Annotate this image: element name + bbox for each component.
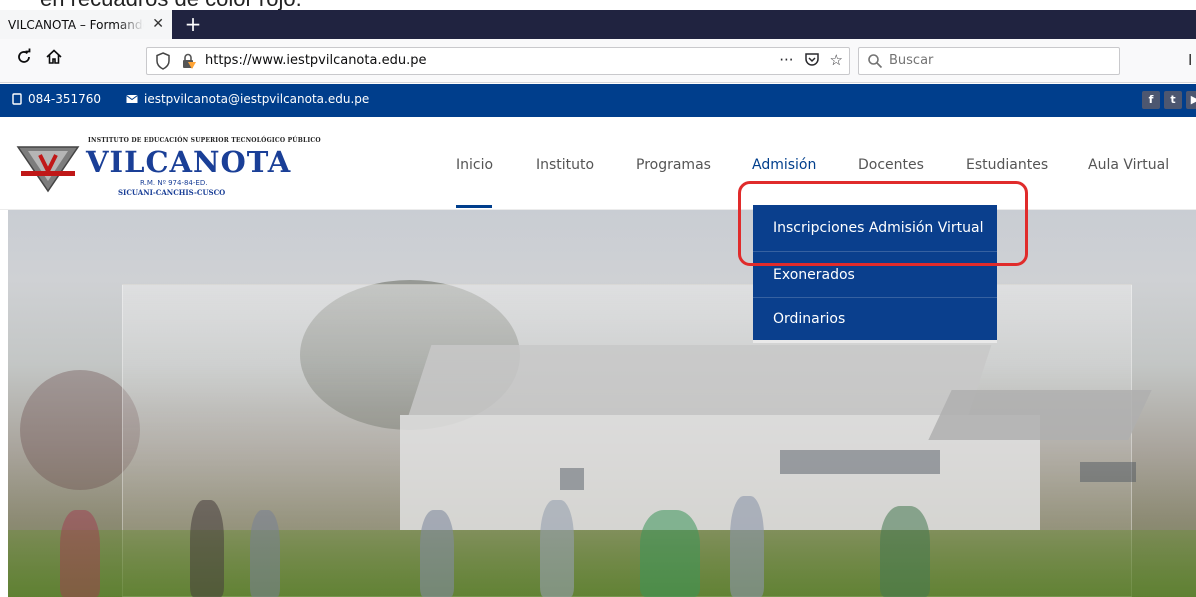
hero-person-shape bbox=[190, 500, 224, 597]
hero-lawn-shape bbox=[8, 530, 1196, 597]
site-logo[interactable]: INSTITUTO DE EDUCACIÓN SUPERIOR TECNOLÓG… bbox=[16, 137, 321, 197]
home-icon[interactable] bbox=[42, 48, 66, 72]
document-caption: en recuadros de color rojo. bbox=[40, 0, 302, 11]
red-highlight-annotation bbox=[738, 181, 1028, 266]
hero-person-shape bbox=[880, 506, 930, 597]
facebook-icon[interactable]: f bbox=[1142, 91, 1160, 109]
shield-icon[interactable] bbox=[155, 52, 171, 70]
logo-resolution: R.M. Nº 974-84-ED. bbox=[140, 179, 208, 187]
hero-person-shape bbox=[250, 510, 280, 597]
hero-window-shape bbox=[560, 468, 584, 490]
tab-title: VILCANOTA – Formando bbox=[8, 17, 144, 32]
hero-person-shape bbox=[730, 496, 764, 597]
hero-person-shape bbox=[540, 500, 574, 597]
url-actions: ··· ☆ bbox=[779, 51, 843, 71]
menu-programas[interactable]: Programas bbox=[636, 157, 711, 173]
youtube-icon[interactable]: ▶ bbox=[1186, 91, 1196, 109]
social-links: f t ▶ bbox=[1142, 91, 1196, 109]
hero-window-shape bbox=[780, 450, 940, 474]
page-actions-icon[interactable]: ··· bbox=[779, 51, 793, 71]
menu-instituto[interactable]: Instituto bbox=[536, 157, 594, 173]
menu-inicio[interactable]: Inicio bbox=[456, 157, 493, 173]
url-text[interactable]: https://www.iestpvilcanota.edu.pe bbox=[205, 53, 426, 68]
search-input[interactable]: Buscar bbox=[889, 53, 933, 68]
menu-estudiantes[interactable]: Estudiantes bbox=[966, 157, 1048, 173]
phone-number: 084-351760 bbox=[28, 92, 102, 106]
hero-roof2-shape bbox=[928, 390, 1152, 440]
menu-docentes[interactable]: Docentes bbox=[858, 157, 924, 173]
dropdown-item-ordinarios[interactable]: Ordinarios bbox=[753, 298, 997, 340]
reload-icon[interactable] bbox=[12, 48, 36, 72]
lock-warning-icon[interactable] bbox=[181, 52, 197, 70]
phone-icon bbox=[12, 93, 22, 105]
close-icon[interactable]: ✕ bbox=[152, 16, 164, 32]
hero-left-edge bbox=[0, 210, 8, 597]
search-bar[interactable]: Buscar bbox=[858, 47, 1120, 75]
browser-tabstrip: VILCANOTA – Formando ✕ + bbox=[0, 10, 1196, 39]
hero-window-shape bbox=[1080, 462, 1136, 482]
search-icon bbox=[868, 54, 883, 69]
menu-aula-virtual[interactable]: Aula Virtual bbox=[1088, 157, 1169, 173]
email-info: iestpvilcanota@iestpvilcanota.edu.pe bbox=[126, 92, 369, 106]
hero-roof-shape bbox=[408, 345, 992, 415]
pocket-icon[interactable] bbox=[804, 51, 820, 71]
hero-person-shape bbox=[60, 510, 100, 597]
phone-info: 084-351760 bbox=[12, 92, 101, 106]
hero-machine-shape bbox=[640, 510, 700, 597]
new-tab-button[interactable]: + bbox=[180, 11, 206, 37]
browser-tab[interactable]: VILCANOTA – Formando ✕ bbox=[0, 10, 172, 39]
menu-admision[interactable]: Admisión bbox=[752, 157, 816, 173]
active-menu-indicator bbox=[456, 205, 492, 208]
bookmark-star-icon[interactable]: ☆ bbox=[830, 51, 843, 71]
site-topbar: 084-351760 iestpvilcanota@iestpvilcanota… bbox=[0, 84, 1196, 117]
url-bar[interactable]: https://www.iestpvilcanota.edu.pe ··· ☆ bbox=[146, 47, 850, 75]
logo-name: VILCANOTA bbox=[86, 145, 292, 179]
institute-emblem-icon bbox=[16, 146, 80, 193]
logo-location: SICUANI-CANCHIS-CUSCO bbox=[118, 188, 226, 197]
hero-person-shape bbox=[420, 510, 454, 597]
email-link[interactable]: iestpvilcanota@iestpvilcanota.edu.pe bbox=[144, 92, 369, 106]
toolbar-overflow-icon[interactable]: I bbox=[1188, 51, 1192, 69]
hero-banner bbox=[0, 210, 1196, 597]
logo-tagline: INSTITUTO DE EDUCACIÓN SUPERIOR TECNOLÓG… bbox=[88, 137, 321, 144]
envelope-icon bbox=[126, 95, 138, 103]
browser-navbar: https://www.iestpvilcanota.edu.pe ··· ☆ … bbox=[0, 39, 1196, 83]
twitter-icon[interactable]: t bbox=[1164, 91, 1182, 109]
